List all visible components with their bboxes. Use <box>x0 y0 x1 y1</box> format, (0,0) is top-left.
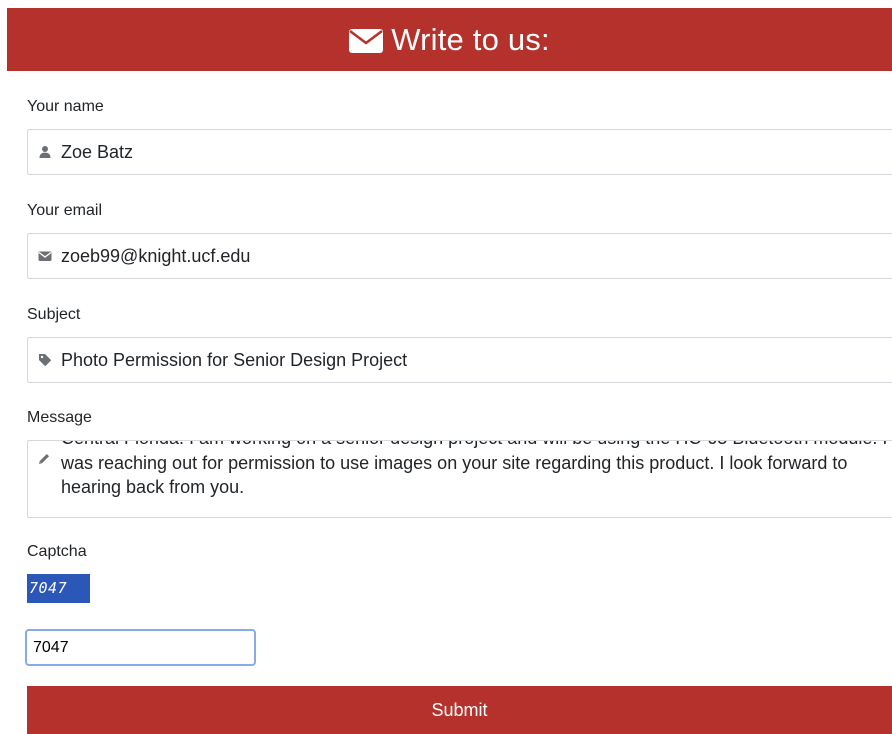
form-title: Write to us: <box>391 21 550 57</box>
envelope-icon <box>349 29 384 53</box>
subject-field[interactable]: Photo Permission for Senior Design Proje… <box>27 337 892 383</box>
captcha-label: Captcha <box>27 543 87 560</box>
tag-icon <box>39 354 52 367</box>
subject-value: Photo Permission for Senior Design Proje… <box>61 349 408 370</box>
pencil-icon <box>39 454 49 464</box>
contact-form-page: Write to us: Your name Zoe Batz Your ema… <box>0 0 892 734</box>
subject-label: Subject <box>27 306 81 323</box>
submit-button[interactable]: Submit <box>27 686 892 734</box>
captcha-image: 7047 <box>27 574 90 603</box>
user-icon <box>39 146 51 158</box>
captcha-input[interactable] <box>25 629 256 666</box>
form-header: Write to us: <box>7 8 892 71</box>
name-label: Your name <box>27 98 104 115</box>
message-textarea[interactable]: Central Florida. I am working on a senio… <box>27 440 892 518</box>
name-field[interactable]: Zoe Batz <box>27 129 892 175</box>
email-field[interactable]: zoeb99@knight.ucf.edu <box>27 233 892 279</box>
envelope-icon <box>38 251 52 261</box>
message-value: Central Florida. I am working on a senio… <box>61 441 887 497</box>
message-label: Message <box>27 409 92 426</box>
name-value: Zoe Batz <box>61 141 134 162</box>
email-value: zoeb99@knight.ucf.edu <box>61 245 251 266</box>
email-label: Your email <box>27 202 103 219</box>
page-margin <box>0 0 7 734</box>
